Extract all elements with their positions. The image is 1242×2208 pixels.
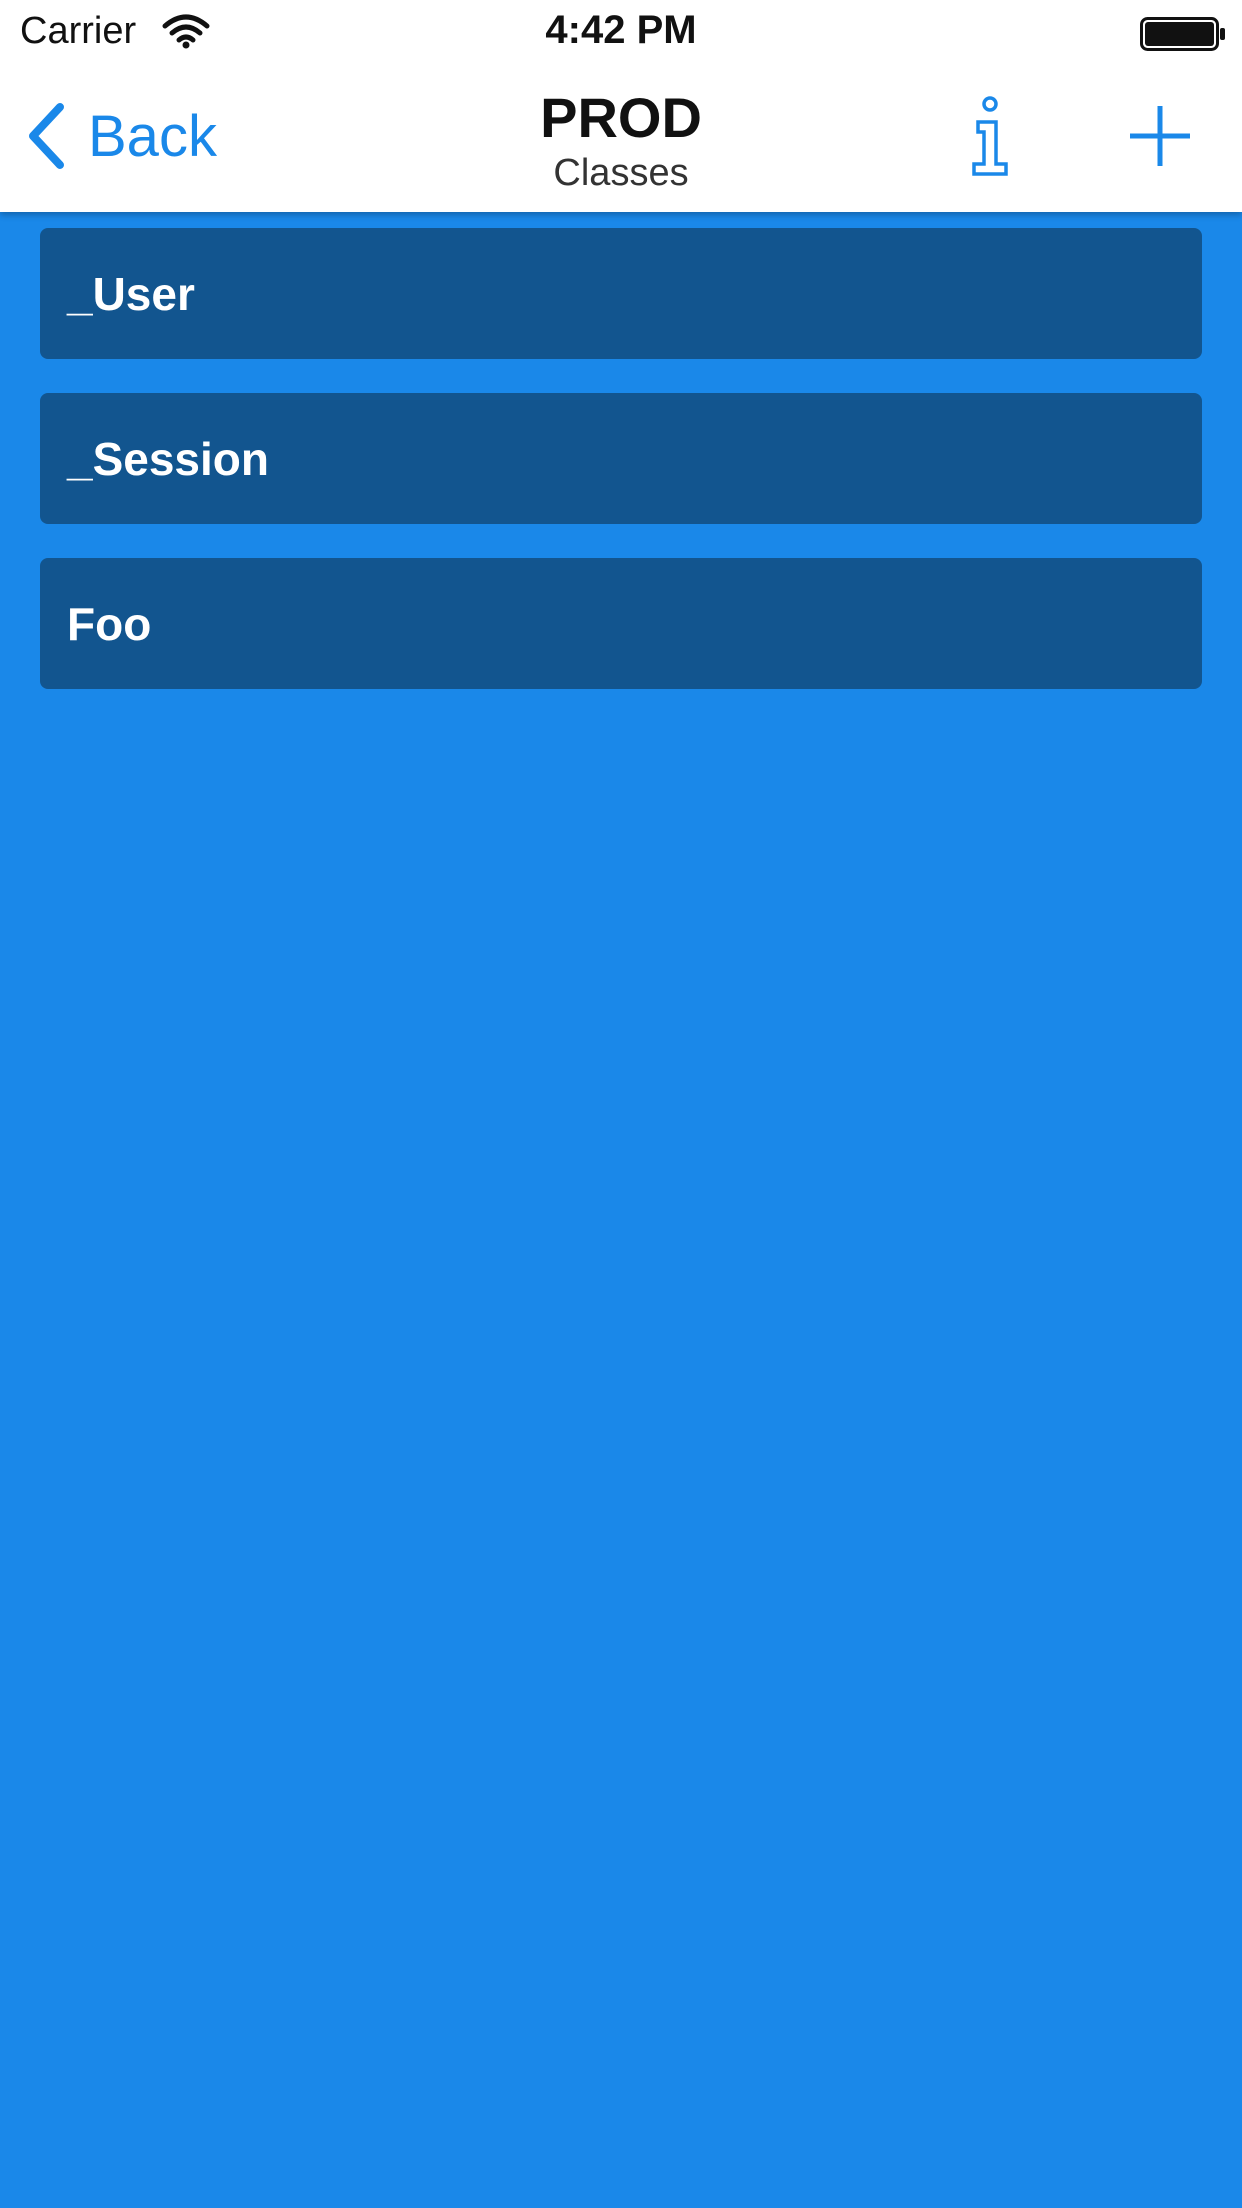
page-subtitle: Classes	[553, 152, 689, 194]
class-name: _Session	[67, 432, 269, 485]
class-name: Foo	[67, 597, 152, 650]
battery-icon	[1140, 17, 1225, 51]
status-bar: Carrier 4:42 PM	[0, 0, 1242, 66]
plus-icon[interactable]	[1128, 104, 1192, 168]
class-list: _User _Session Foo	[40, 228, 1202, 723]
info-icon[interactable]	[966, 96, 1014, 178]
list-item[interactable]: _Session	[40, 393, 1202, 524]
title-block: PROD Classes	[371, 86, 871, 196]
chevron-left-icon	[29, 103, 64, 169]
back-button[interactable]: Back	[24, 100, 217, 172]
class-name: _User	[67, 267, 195, 320]
navigation-bar: Back PROD Classes	[0, 66, 1242, 212]
list-item[interactable]: Foo	[40, 558, 1202, 689]
list-item[interactable]: _User	[40, 228, 1202, 359]
top-bar: Carrier 4:42 PM Back PROD Classes	[0, 0, 1242, 212]
page-title: PROD	[540, 86, 702, 149]
status-time: 4:42 PM	[545, 8, 697, 52]
screen: Carrier 4:42 PM Back PROD Classes _User …	[0, 0, 1242, 2208]
back-label: Back	[88, 103, 217, 169]
